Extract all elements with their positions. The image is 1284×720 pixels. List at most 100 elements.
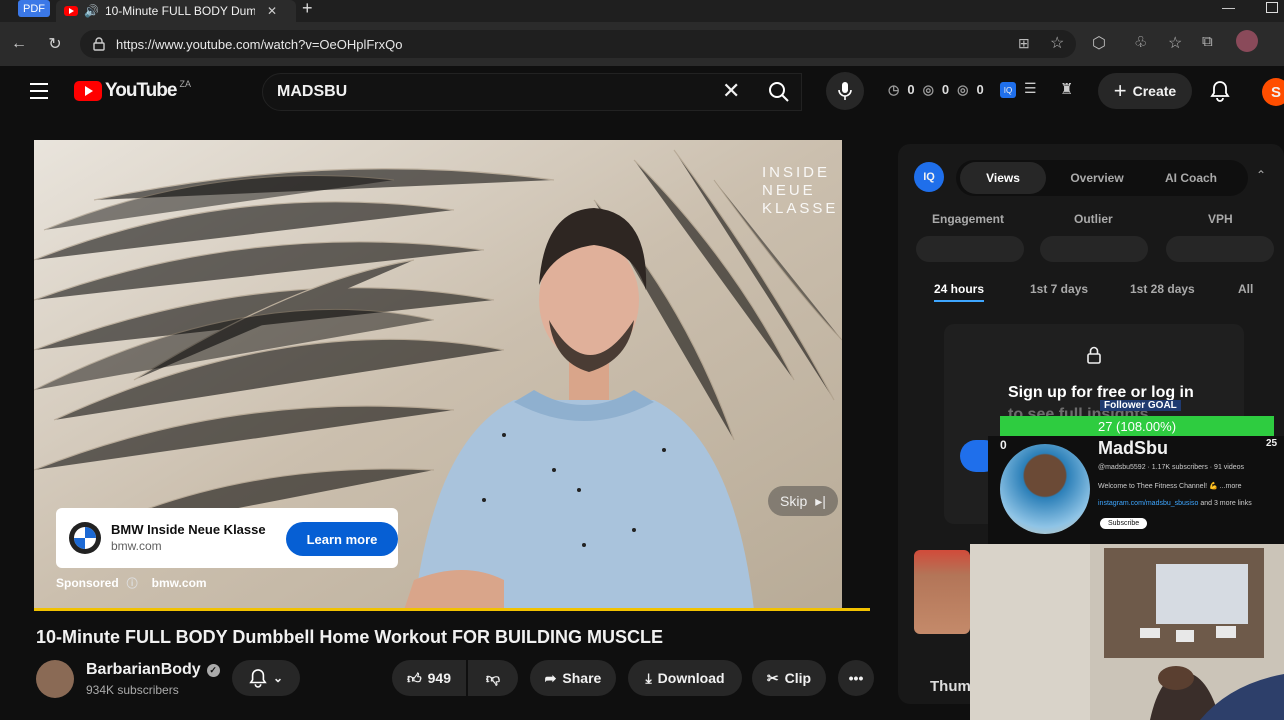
channel-card-link[interactable]: instagram.com/madsbu_sbusiso [1098, 500, 1198, 507]
eye-icon: ◎ [922, 82, 934, 97]
channel-avatar[interactable] [36, 660, 74, 698]
minimize-icon[interactable]: — [1222, 0, 1235, 15]
skip-next-icon: ▸| [815, 492, 826, 509]
metric-vph-value [1166, 236, 1274, 262]
extensions-icon[interactable]: ⬡ [1092, 33, 1106, 53]
metric-outlier-value [1040, 236, 1148, 262]
channel-card-subscribe[interactable]: Subscribe [1100, 518, 1148, 529]
brand-line-1: INSIDE [762, 164, 831, 181]
channel-card-meta: @madsbu5592 · 1.17K subscribers · 91 vid… [1098, 464, 1245, 471]
clear-search-icon[interactable]: ✕ [722, 78, 740, 104]
favorites-icon[interactable]: ☆ [1168, 33, 1182, 53]
like-button[interactable]: 👍︎ 949 [392, 660, 466, 696]
video-title: 10-Minute FULL BODY Dumbbell Home Workou… [36, 627, 664, 647]
tab-ai-coach[interactable]: AI Coach [1148, 162, 1234, 194]
more-actions-button[interactable]: ••• [838, 660, 874, 696]
voice-search-button[interactable] [826, 72, 864, 110]
pdf-badge[interactable]: PDF [18, 0, 50, 17]
thumbs-down-icon: 👎︎ [485, 669, 501, 686]
share-icon: ➦ [544, 669, 557, 686]
favorite-star-icon[interactable]: ☆ [1050, 33, 1064, 53]
dislike-button[interactable]: 👎︎ [468, 660, 518, 696]
channel-card-more-links[interactable]: and 3 more links [1200, 500, 1251, 507]
menu-icon[interactable] [30, 83, 48, 99]
maximize-icon[interactable] [1266, 2, 1278, 13]
range-all[interactable]: All [1238, 282, 1253, 296]
tab-title: 10-Minute FULL BODY Dumb [104, 4, 255, 18]
vidiq-icon[interactable]: IQ [1000, 82, 1016, 98]
avatar[interactable]: S [1262, 78, 1284, 106]
goal-count-right: 25 [1266, 438, 1278, 449]
list-icon[interactable]: ☰ [1024, 80, 1037, 97]
thumbnail-label: Thum [930, 678, 971, 695]
share-button[interactable]: ➦ Share [530, 660, 616, 696]
brand-line-2: NEUE [762, 182, 816, 199]
counter-2: 0 [941, 82, 950, 97]
learn-more-button[interactable]: Learn more [286, 522, 398, 556]
ad-progress-bar[interactable] [34, 608, 870, 611]
channel-card-avatar [1000, 444, 1090, 534]
like-count: 949 [427, 670, 451, 686]
tab-close-icon[interactable]: ✕ [267, 4, 277, 18]
channel-name-text: BarbarianBody [86, 661, 201, 678]
plus-icon: + [1113, 78, 1127, 103]
channel-card-desc: Welcome to Thee Fitness Channel! 💪 ...mo… [1098, 483, 1242, 490]
browser-tab[interactable]: 🔊 10-Minute FULL BODY Dumb ✕ [56, 0, 296, 22]
collapse-chevron-icon[interactable]: ⌃ [1256, 168, 1266, 182]
bmw-logo-icon [69, 522, 101, 554]
follower-progress-text: 27 (108.00%) [1097, 418, 1177, 434]
download-button[interactable]: ⤓ Download [628, 660, 742, 696]
speaker-icon[interactable]: 🔊 [84, 4, 99, 18]
create-button[interactable]: + Create [1098, 73, 1192, 109]
youtube-logo[interactable]: YouTube ZA [74, 79, 191, 102]
search-input[interactable]: MADSBU [262, 73, 802, 111]
webcam-feed [970, 544, 1284, 720]
new-tab-icon[interactable]: + [302, 0, 313, 19]
ad-title: BMW Inside Neue Klasse [111, 522, 266, 537]
refresh-icon[interactable]: ↻ [42, 31, 68, 57]
scissors-icon: ✂ [766, 669, 779, 686]
metric-engagement-value [916, 236, 1024, 262]
counter-1: 0 [907, 82, 915, 97]
profile-icon[interactable] [1236, 30, 1258, 52]
chevron-down-icon: ⌄ [272, 671, 284, 685]
url-text: https://www.youtube.com/watch?v=OeOHplFr… [116, 36, 403, 52]
webcam-overlay [970, 544, 1284, 720]
share-label: Share [562, 670, 602, 686]
search-icon [769, 82, 789, 102]
split-screen-icon[interactable]: ⊞ [1018, 35, 1030, 52]
thumbs-up-icon: 👍︎ [407, 669, 422, 686]
sponsored-label: Sponsored [56, 576, 119, 590]
range-7-days[interactable]: 1st 7 days [1030, 282, 1088, 296]
sponsored-domain[interactable]: bmw.com [152, 576, 207, 590]
brand-overlay: INSIDE NEUE KLASSE [762, 164, 838, 218]
download-icon: ⤓ [645, 669, 652, 686]
info-icon[interactable]: ⓘ [127, 575, 138, 591]
metric-engagement: Engagement [932, 212, 1005, 226]
address-bar[interactable]: https://www.youtube.com/watch?v=OeOHplFr… [80, 30, 1076, 58]
collections-icon[interactable]: ⧉ [1202, 33, 1213, 50]
related-thumbnail[interactable] [914, 550, 970, 634]
range-28-days[interactable]: 1st 28 days [1130, 282, 1195, 296]
search-value: MADSBU [277, 83, 348, 100]
trophy-icon[interactable]: ♜ [1060, 80, 1073, 98]
back-icon[interactable]: ← [6, 31, 32, 57]
tab-views[interactable]: Views [960, 162, 1046, 194]
range-24-hours[interactable]: 24 hours [934, 282, 985, 302]
goal-count-left: 0 [1000, 438, 1007, 452]
clip-button[interactable]: ✂ Clip [752, 660, 826, 696]
extension-2-icon[interactable]: ♧ [1134, 33, 1147, 51]
microphone-icon [838, 82, 852, 100]
metric-outlier: Outlier [1074, 212, 1113, 226]
tab-overview[interactable]: Overview [1054, 162, 1140, 194]
search-button[interactable] [754, 73, 804, 111]
notifications-bell-icon[interactable] [1210, 80, 1230, 102]
ad-domain: bmw.com [111, 539, 162, 553]
subscribe-notifications-button[interactable]: ⌄ [232, 660, 300, 696]
eye-off-icon: ◎ [957, 82, 969, 97]
skip-button[interactable]: Skip ▸| [768, 486, 838, 516]
youtube-header: YouTube ZA MADSBU ✕ ◷ 0 ◎ 0 ◎ 0 IQ ☰ ♜ + Cr… [0, 66, 1284, 118]
channel-name[interactable]: BarbarianBody ✓ [86, 661, 220, 679]
youtube-favicon-icon [64, 6, 78, 16]
follower-progress-bar: 27 (108.00%) [1000, 416, 1274, 436]
